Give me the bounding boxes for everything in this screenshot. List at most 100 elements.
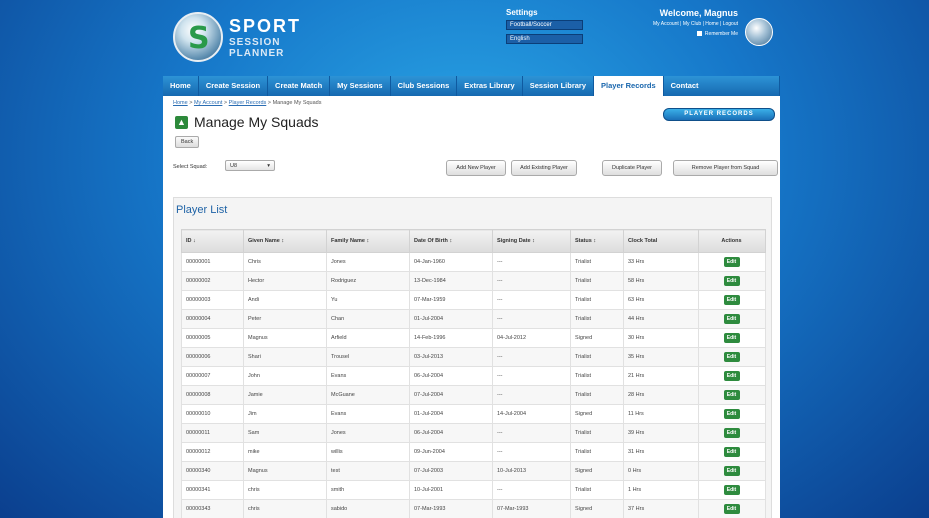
family-name-cell: McGuane — [326, 385, 410, 405]
status-cell: Signed — [570, 499, 624, 518]
edit-button[interactable]: Edit — [723, 295, 740, 305]
back-button[interactable]: Back — [175, 136, 200, 148]
table-row: 00000343 chris sabido 07-Mar-1993 07-Mar-199… — [181, 499, 766, 518]
signing-date-cell: 04-Jul-2012 — [492, 328, 571, 348]
status-cell: Trialist — [570, 480, 624, 500]
edit-button[interactable]: Edit — [723, 428, 740, 438]
breadcrumb-current: Manage My Squads — [272, 100, 322, 106]
given-name-cell: Hector — [243, 271, 327, 291]
status-cell: Trialist — [570, 290, 624, 310]
actions-cell: Edit — [698, 290, 766, 310]
nav-create-match[interactable]: Create Match — [268, 76, 331, 96]
nav-player-records[interactable]: Player Records — [594, 76, 664, 96]
nav-create-session[interactable]: Create Session — [198, 76, 269, 96]
avatar[interactable] — [745, 18, 773, 46]
chevron-down-icon: ▾ — [267, 163, 270, 169]
signing-date-cell: --- — [492, 309, 571, 329]
table-header-row: ID ↓ Given Name ↕ Family Name ↕ Date Of … — [181, 229, 766, 253]
language-select[interactable]: English — [506, 34, 583, 44]
clock-total-cell: 39 Hrs — [623, 423, 699, 443]
clock-total-cell: 37 Hrs — [623, 499, 699, 518]
actions-cell: Edit — [698, 461, 766, 481]
nav-contact[interactable]: Contact — [663, 76, 780, 96]
col-signing-date[interactable]: Signing Date ↕ — [492, 229, 571, 253]
add-new-player-button[interactable]: Add New Player — [446, 160, 506, 176]
nav-session-library[interactable]: Session Library — [522, 76, 595, 96]
family-name-cell: Trousel — [326, 347, 410, 367]
signing-date-cell: --- — [492, 252, 571, 272]
col-id[interactable]: ID ↓ — [181, 229, 244, 253]
page-title: Manage My Squads — [194, 114, 319, 130]
remember-me-checkbox[interactable] — [696, 31, 702, 37]
status-cell: Signed — [570, 404, 624, 424]
nav-home[interactable]: Home — [163, 76, 199, 96]
edit-button[interactable]: Edit — [723, 276, 740, 286]
breadcrumb-home[interactable]: Home — [173, 100, 188, 106]
col-date-of-birth[interactable]: Date Of Birth ↕ — [409, 229, 493, 253]
signing-date-cell: --- — [492, 366, 571, 386]
dob-cell: 01-Jul-2004 — [409, 404, 493, 424]
nav-my-sessions[interactable]: My Sessions — [330, 76, 391, 96]
site-logo[interactable]: S SPORT SESSION PLANNER — [173, 12, 303, 68]
given-name-cell: John — [243, 366, 327, 386]
family-name-cell: Rodriguez — [326, 271, 410, 291]
breadcrumb: Home > My Account > Player Records > Man… — [173, 100, 322, 106]
edit-button[interactable]: Edit — [723, 409, 740, 419]
clock-total-cell: 0 Hrs — [623, 461, 699, 481]
dob-cell: 07-Jul-2004 — [409, 385, 493, 405]
col-given-name[interactable]: Given Name ↕ — [243, 229, 327, 253]
account-links[interactable]: My Account | My Club | Home | Logout — [620, 21, 738, 27]
status-cell: Trialist — [570, 385, 624, 405]
clock-total-cell: 11 Hrs — [623, 404, 699, 424]
signing-date-cell: 14-Jul-2004 — [492, 404, 571, 424]
remove-player-button[interactable]: Remove Player from Squad — [673, 160, 778, 176]
actions-cell: Edit — [698, 366, 766, 386]
sport-select[interactable]: Football/Soccer — [506, 20, 583, 30]
squad-select-label: Select Squad: — [173, 164, 208, 170]
actions-cell: Edit — [698, 423, 766, 443]
logo-globe-icon: S — [173, 12, 223, 62]
signing-date-cell: 10-Jul-2013 — [492, 461, 571, 481]
col-clock-total[interactable]: Clock Total — [623, 229, 699, 253]
add-existing-player-button[interactable]: Add Existing Player — [511, 160, 577, 176]
squad-select-value: U8 — [230, 163, 238, 169]
dob-cell: 14-Feb-1996 — [409, 328, 493, 348]
squad-select[interactable]: U8 ▾ — [225, 160, 275, 171]
given-name-cell: mike — [243, 442, 327, 462]
edit-button[interactable]: Edit — [723, 371, 740, 381]
given-name-cell: Andi — [243, 290, 327, 310]
breadcrumb-records[interactable]: Player Records — [229, 100, 267, 106]
edit-button[interactable]: Edit — [723, 257, 740, 267]
header-banner: S SPORT SESSION PLANNER Settings Footbal… — [0, 0, 929, 78]
actions-cell: Edit — [698, 499, 766, 518]
family-name-cell: Jones — [326, 423, 410, 443]
edit-button[interactable]: Edit — [723, 314, 740, 324]
dob-cell: 13-Dec-1984 — [409, 271, 493, 291]
signing-date-cell: --- — [492, 347, 571, 367]
table-row: 00000006 Shari Trousel 03-Jul-2013 --- Triali… — [181, 347, 766, 367]
logo-line-sport: SPORT — [229, 16, 302, 36]
edit-button[interactable]: Edit — [723, 485, 740, 495]
edit-button[interactable]: Edit — [723, 466, 740, 476]
duplicate-player-button[interactable]: Duplicate Player — [602, 160, 662, 176]
given-name-cell: Chris — [243, 252, 327, 272]
clock-total-cell: 35 Hrs — [623, 347, 699, 367]
edit-button[interactable]: Edit — [723, 504, 740, 514]
edit-button[interactable]: Edit — [723, 390, 740, 400]
nav-extras-library[interactable]: Extras Library — [457, 76, 523, 96]
dob-cell: 07-Mar-1993 — [409, 499, 493, 518]
logo-line-planner: PLANNER — [229, 48, 285, 59]
col-family-name[interactable]: Family Name ↕ — [326, 229, 410, 253]
signing-date-cell: --- — [492, 480, 571, 500]
welcome-panel: Welcome, Magnus My Account | My Club | H… — [620, 8, 738, 37]
status-cell: Trialist — [570, 442, 624, 462]
status-cell: Trialist — [570, 252, 624, 272]
id-cell: 00000007 — [181, 366, 244, 386]
col-status[interactable]: Status ↕ — [570, 229, 624, 253]
edit-button[interactable]: Edit — [723, 447, 740, 457]
edit-button[interactable]: Edit — [723, 333, 740, 343]
breadcrumb-account[interactable]: My Account — [194, 100, 222, 106]
edit-button[interactable]: Edit — [723, 352, 740, 362]
player-records-badge[interactable]: PLAYER RECORDS — [663, 108, 775, 121]
nav-club-sessions[interactable]: Club Sessions — [390, 76, 458, 96]
